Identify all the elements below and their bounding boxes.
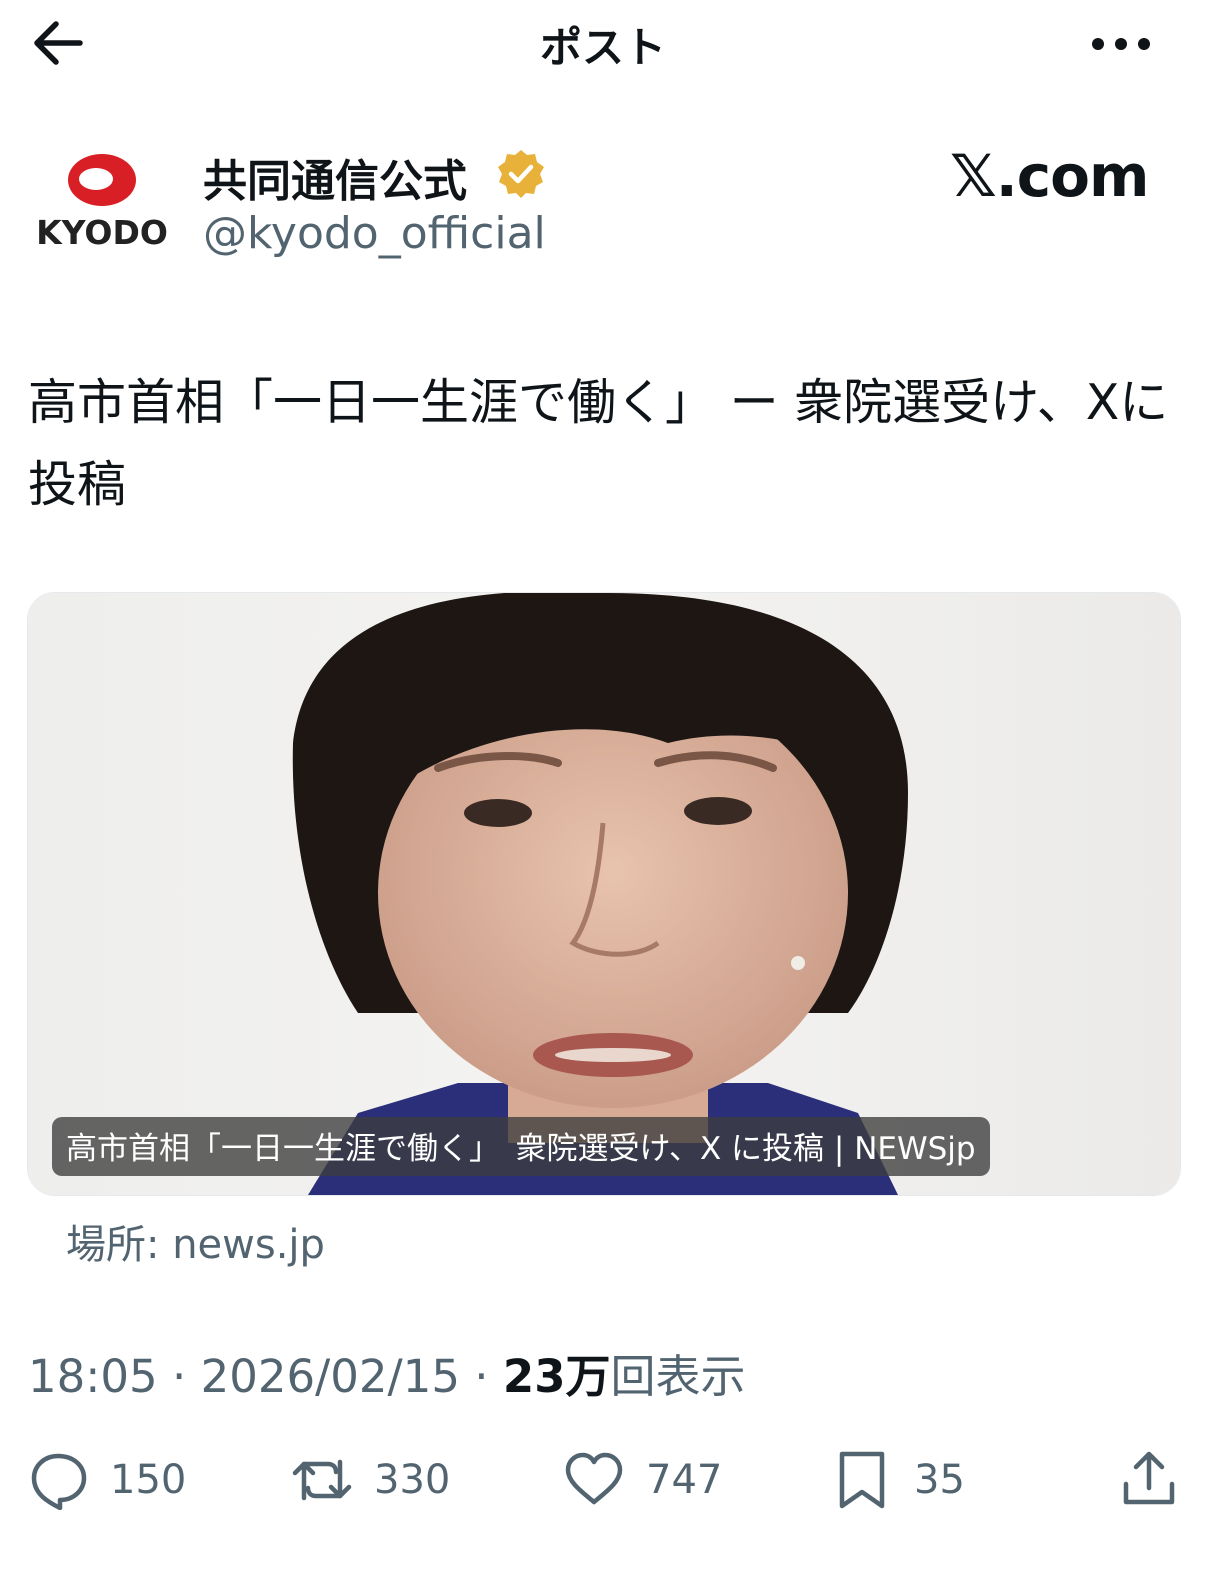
reply-icon: [31, 1453, 87, 1510]
bookmark-count: 35: [914, 1457, 965, 1503]
link-card[interactable]: 高市首相「一日一生涯で働く」 衆院選受け、X に投稿 | NEWSjp: [27, 592, 1181, 1196]
like-icon: [565, 1452, 623, 1505]
repost-button[interactable]: 330: [292, 1450, 450, 1510]
views-count: 23万: [502, 1350, 611, 1403]
author-handle[interactable]: @kyodo_official: [203, 208, 546, 259]
card-source[interactable]: 場所: news.jp: [66, 1212, 325, 1270]
post-date: 2026/02/15: [200, 1350, 460, 1403]
share-icon[interactable]: [1120, 1448, 1178, 1510]
logo-text: KYODO: [36, 213, 168, 252]
top-bar: ポスト: [0, 0, 1206, 90]
bookmark-icon: [839, 1451, 885, 1509]
meta-separator: ·: [157, 1350, 201, 1403]
repost-count: 330: [374, 1457, 451, 1503]
meta-separator: ·: [459, 1350, 503, 1403]
like-count: 747: [646, 1457, 723, 1503]
repost-icon: [292, 1459, 352, 1501]
more-icon[interactable]: [1086, 24, 1156, 64]
news-photo: [28, 593, 1180, 1195]
site-label: 𝕏.com: [950, 142, 1149, 210]
post-text: 高市首相「一日一生涯で働く」 ー 衆院選受け、Xに投稿: [28, 374, 1169, 513]
like-button[interactable]: 747: [564, 1450, 722, 1510]
verified-icon: [498, 150, 544, 198]
views-label: 回表示: [610, 1350, 746, 1403]
page-title: ポスト: [539, 23, 666, 72]
avatar[interactable]: KYODO: [36, 150, 168, 258]
bookmark-button[interactable]: 35: [832, 1450, 965, 1510]
card-caption: 高市首相「一日一生涯で働く」 衆院選受け、X に投稿 | NEWSjp: [52, 1117, 990, 1176]
reply-count: 150: [110, 1457, 187, 1503]
kyodo-logo-icon: KYODO: [36, 154, 168, 252]
reply-button[interactable]: 150: [28, 1450, 186, 1510]
post-meta: 18:05 · 2026/02/15 · 23万回表示: [28, 1340, 746, 1405]
author-display-name[interactable]: 共同通信公式: [203, 145, 467, 209]
post-time: 18:05: [28, 1350, 158, 1403]
